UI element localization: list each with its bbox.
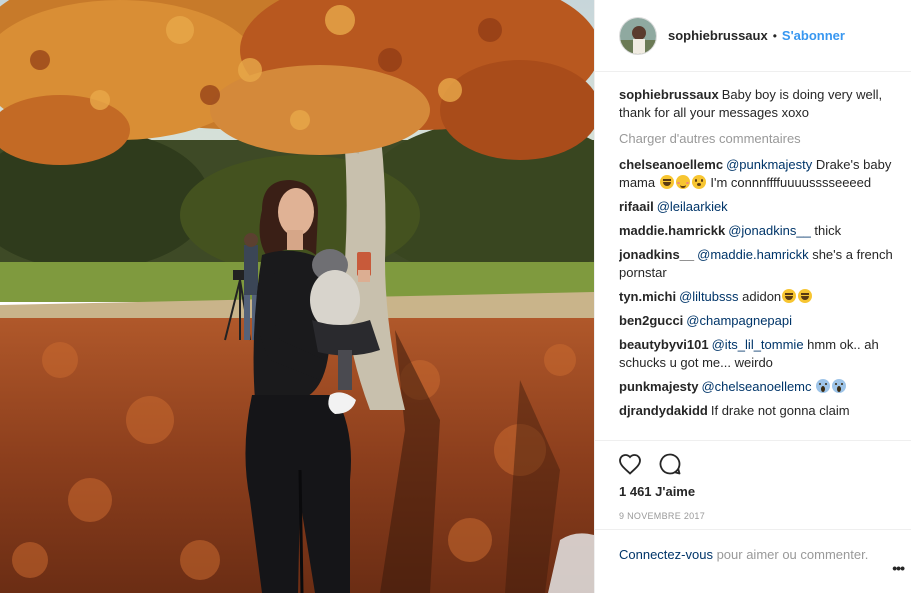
post-caption: sophiebrussaux Baby boy is doing very wel…: [619, 86, 901, 122]
comment-author[interactable]: djrandydakidd: [619, 403, 708, 418]
comment-item: maddie.hamrickk @jonadkins__ thick: [619, 222, 901, 240]
comment-item: beautybyvi101 @its_lil_tommie hmm ok.. ah…: [619, 336, 901, 372]
login-prompt-text: pour aimer ou commenter.: [712, 547, 869, 562]
likes-count[interactable]: 1 461 J'aime: [619, 484, 695, 499]
caption-author[interactable]: sophiebrussaux: [619, 87, 719, 102]
login-to-comment: Connectez-vous pour aimer ou commenter. …: [595, 529, 911, 593]
emoji-wide-icon: [691, 175, 706, 189]
login-link[interactable]: Connectez-vous: [619, 547, 713, 562]
comment-item: jonadkins__ @maddie.hamrickk she's a fren…: [619, 246, 901, 282]
comment-mention[interactable]: @its_lil_tommie: [712, 337, 804, 352]
separator-dot: •: [772, 28, 777, 43]
comment-mention[interactable]: @jonadkins__: [728, 223, 811, 238]
comment-item: punkmajesty @chelseanoellemc: [619, 378, 901, 396]
comment-mention[interactable]: @chelseanoellemc: [701, 379, 811, 394]
post-actions: [595, 440, 911, 477]
comment-text: If drake not gonna claim: [710, 403, 850, 418]
comment-item: rifaail @leilaarkiek: [619, 198, 901, 216]
comment-mention[interactable]: @liltubsss: [679, 289, 738, 304]
comment-text: thick: [810, 223, 842, 238]
comment-author[interactable]: chelseanoellemc: [619, 157, 723, 172]
comment-item: ben2gucci @champagnepapi: [619, 312, 901, 330]
emoji-laugh-icon: [782, 289, 797, 303]
post-sidebar: sophiebrussaux • S'abonner sophiebrussau…: [594, 0, 911, 593]
comment-mention[interactable]: @maddie.hamrickk: [697, 247, 808, 262]
comment-item: tyn.michi @liltubsss adidon: [619, 288, 901, 306]
heart-icon: [619, 454, 641, 475]
emoji-scream-icon: [832, 379, 847, 393]
comments-list[interactable]: sophiebrussaux Baby boy is doing very wel…: [619, 86, 901, 438]
load-more-comments-link[interactable]: Charger d'autres commentaires: [619, 130, 901, 148]
comment-button[interactable]: [657, 451, 683, 477]
comment-author[interactable]: tyn.michi: [619, 289, 676, 304]
comment-author[interactable]: ben2gucci: [619, 313, 683, 328]
post-photo: [0, 0, 594, 593]
comment-text: adidon: [738, 289, 782, 304]
post-author-username[interactable]: sophiebrussaux: [668, 28, 768, 43]
comment-mention[interactable]: @champagnepapi: [686, 313, 792, 328]
comment-author[interactable]: maddie.hamrickk: [619, 223, 725, 238]
emoji-blush-icon: [675, 175, 690, 189]
post-date: 9 NOVEMBRE 2017: [619, 511, 706, 521]
avatar[interactable]: [619, 16, 657, 55]
follow-button[interactable]: S'abonner: [782, 28, 845, 43]
comment-author[interactable]: beautybyvi101: [619, 337, 709, 352]
comment-author[interactable]: jonadkins__: [619, 247, 694, 262]
like-button[interactable]: [617, 451, 643, 477]
emoji-scream-icon: [816, 379, 831, 393]
comment-rows: chelseanoellemc @punkmajesty Drake's baby…: [619, 156, 901, 420]
emoji-laugh-icon: [798, 289, 813, 303]
comment-mention[interactable]: @punkmajesty: [726, 157, 812, 172]
ellipsis-icon[interactable]: •••: [892, 559, 905, 577]
comment-author[interactable]: rifaail: [619, 199, 654, 214]
comment-text: I'm connnffffuuuusssseeeed: [706, 175, 872, 190]
emoji-laugh-icon: [659, 175, 674, 189]
comment-item: chelseanoellemc @punkmajesty Drake's baby…: [619, 156, 901, 192]
comment-text: [812, 379, 816, 394]
comment-mention[interactable]: @leilaarkiek: [657, 199, 728, 214]
post-header: sophiebrussaux • S'abonner: [595, 0, 911, 72]
comment-bubble-icon: [659, 453, 681, 475]
comment-item: djrandydakidd If drake not gonna claim: [619, 402, 901, 420]
comment-author[interactable]: punkmajesty: [619, 379, 698, 394]
